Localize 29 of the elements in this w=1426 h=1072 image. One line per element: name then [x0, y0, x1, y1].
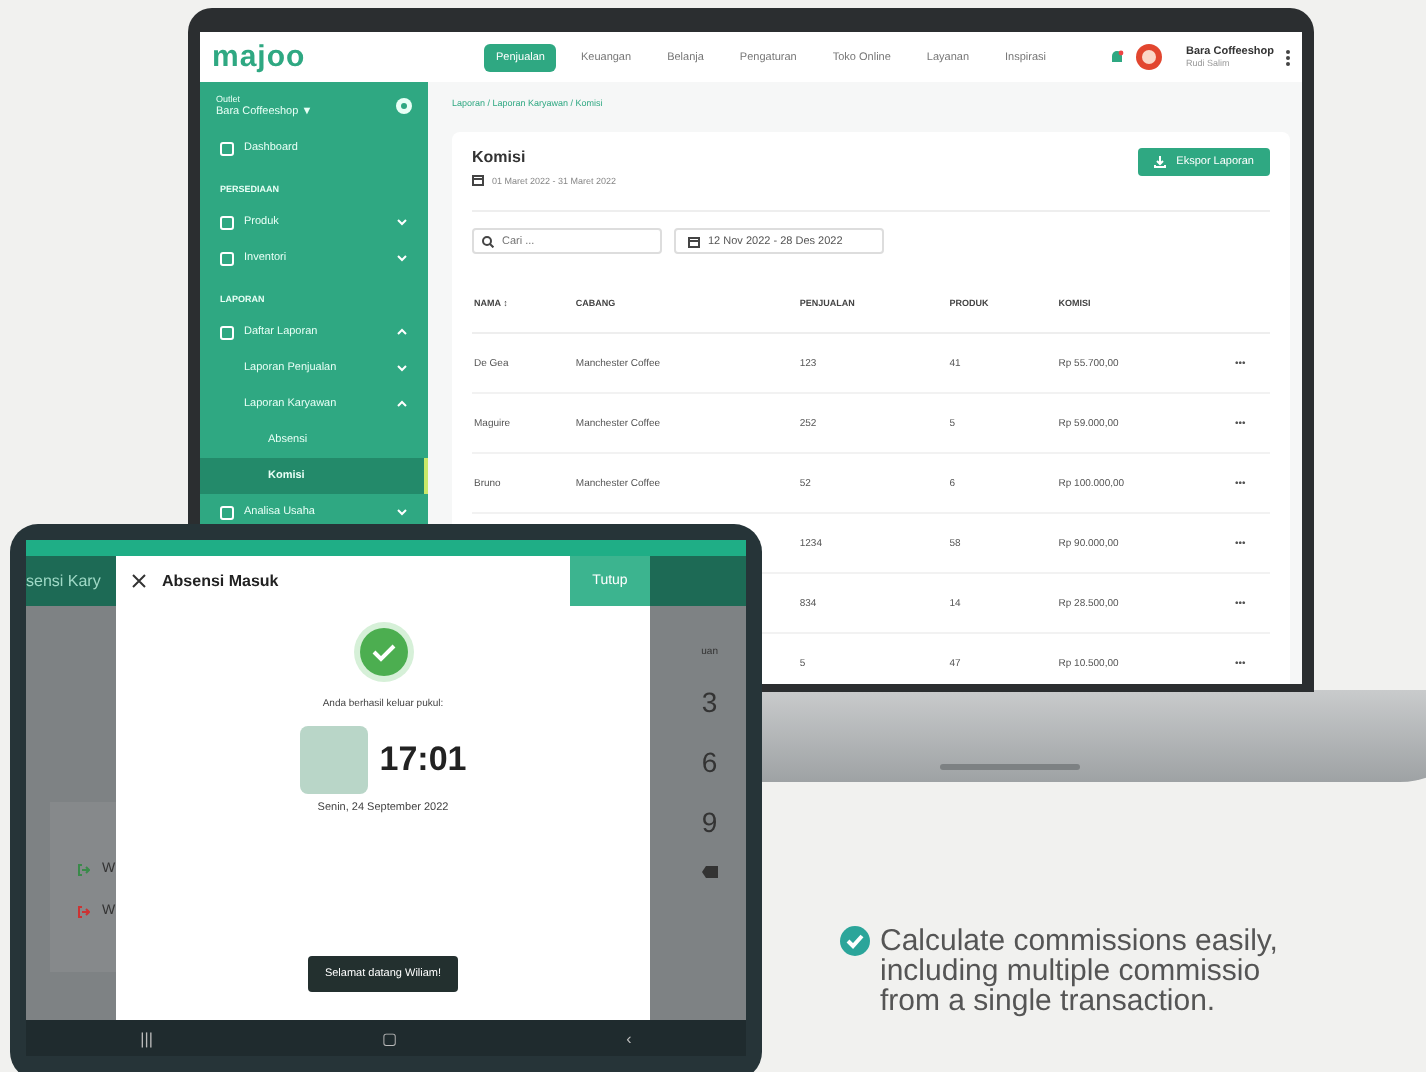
- header-title: sensi Kary: [26, 572, 101, 590]
- backspace-icon[interactable]: [701, 866, 718, 878]
- dialog-title: Absensi Masuk: [162, 572, 279, 590]
- keypad-key[interactable]: 3: [701, 686, 718, 718]
- avatar-icon: [1135, 44, 1162, 70]
- calendar-icon: [688, 235, 700, 247]
- close-icon[interactable]: [132, 574, 146, 588]
- exit-icon: [78, 863, 90, 875]
- system-nav-button[interactable]: |||: [140, 1029, 153, 1047]
- check-circle-icon: [353, 622, 413, 682]
- keypad-key[interactable]: 9: [701, 806, 718, 838]
- system-nav-button[interactable]: ‹: [626, 1029, 632, 1047]
- tagline-line: Calculate commissions easily,: [880, 926, 1278, 956]
- search-icon: [482, 235, 494, 247]
- bell-icon[interactable]: [1109, 49, 1124, 65]
- keypad-key[interactable]: 6: [701, 746, 718, 778]
- tagline-line: including multiple commissio: [880, 956, 1261, 986]
- logo: majoo: [212, 40, 308, 74]
- laptop-notch: [940, 764, 1080, 770]
- calendar-icon: [472, 174, 484, 186]
- system-nav-button[interactable]: ▢: [381, 1029, 398, 1047]
- tagline-line: from a single transaction.: [880, 986, 1218, 1016]
- check-circle-icon: [840, 926, 870, 956]
- page-title: Komisi: [472, 148, 528, 166]
- clock-time: 17:01: [379, 740, 467, 780]
- download-icon: [1154, 156, 1167, 168]
- photo-placeholder: [299, 726, 368, 794]
- settings-icon[interactable]: [396, 98, 412, 114]
- exit-icon: [78, 905, 90, 917]
